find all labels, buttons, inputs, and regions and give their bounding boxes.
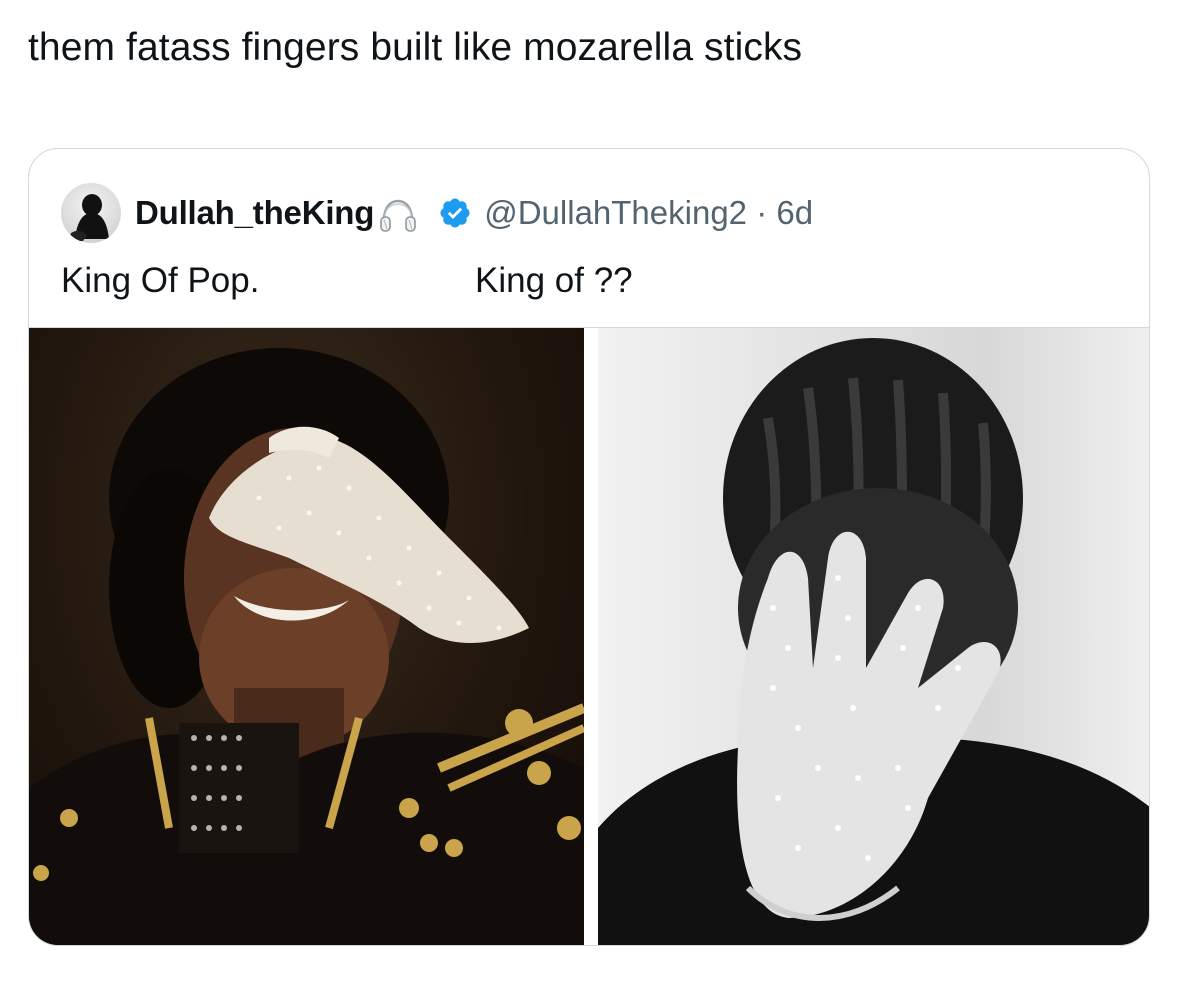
display-name[interactable]: Dullah_theKing [135,194,374,232]
quoted-text-left: King Of Pop. [61,261,260,300]
quoted-tweet-text: King Of Pop. King of ?? [61,259,633,303]
media-grid [29,327,1149,945]
headphones-icon [378,196,418,236]
handle-and-timestamp[interactable]: @DullahTheking2 · 6d [484,194,813,232]
quoted-tweet-header: Dullah_theKing @DullahTheking2 · 6d [61,183,813,243]
photo-left[interactable] [29,328,584,945]
tweet-text: them fatass fingers built like mozarella… [28,26,803,69]
verified-badge-icon [438,196,472,230]
quoted-text-right: King of ?? [475,261,633,300]
avatar[interactable] [61,183,121,243]
photo-right[interactable] [598,328,1149,945]
quoted-tweet-card[interactable]: Dullah_theKing @DullahTheking2 · 6d King… [28,148,1150,946]
